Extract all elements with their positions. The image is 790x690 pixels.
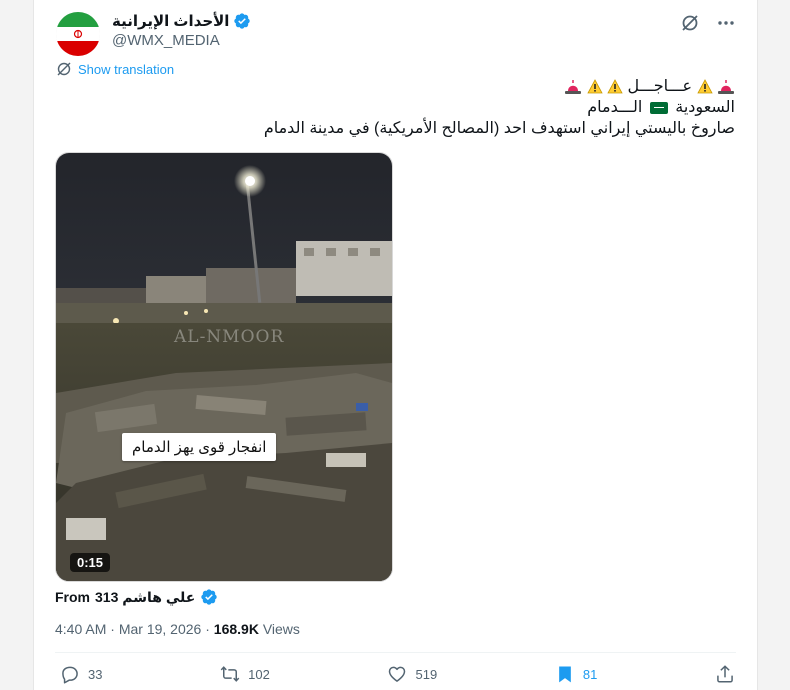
tweet-card: الأحداث الإيرانية @WMX_MEDIA Show transl… <box>33 0 758 690</box>
like-icon <box>389 666 406 682</box>
video-duration-badge: 0:15 <box>70 553 111 572</box>
reply-button[interactable]: 33 <box>60 664 102 684</box>
video-watermark: AL-NMOOR <box>174 327 285 347</box>
tweet-time[interactable]: 4:40 AM <box>55 621 106 637</box>
share-button[interactable] <box>715 664 735 684</box>
show-translation-link[interactable]: Show translation <box>56 61 174 77</box>
grok-icon[interactable] <box>679 12 701 34</box>
reply-count: 33 <box>88 666 103 682</box>
share-icon <box>717 665 733 683</box>
tweet-meta: 4:40 AM · Mar 19, 2026 · 168.9K Views <box>55 621 300 637</box>
tweet-line-3: صاروخ باليستي إيراني استهدف احد (المصالح… <box>263 120 735 137</box>
repost-button[interactable]: 102 <box>220 664 270 684</box>
author-display-name[interactable]: الأحداث الإيرانية <box>112 12 229 30</box>
bookmark-count: 81 <box>582 666 598 682</box>
bookmark-icon <box>559 666 571 683</box>
divider <box>55 652 736 653</box>
video-caption: انفجار قوى يهز الدمام <box>122 433 277 461</box>
meta-separator: · <box>110 621 115 637</box>
like-count: 519 <box>415 666 438 682</box>
author-handle[interactable]: @WMX_MEDIA <box>112 32 220 49</box>
like-button[interactable]: 519 <box>387 664 437 684</box>
author-avatar[interactable] <box>56 12 100 56</box>
tweet-line-2-city: الـــدمام <box>587 99 643 116</box>
warning-icon <box>586 79 603 94</box>
warning-icon <box>696 79 713 94</box>
views-label: Views <box>262 621 300 637</box>
verified-badge-icon <box>234 13 251 29</box>
tweet-date[interactable]: Mar 19, 2026 <box>119 621 202 637</box>
source-attribution: From علي هاشم 313 <box>55 588 218 606</box>
saudi-flag-icon <box>649 101 668 114</box>
siren-icon <box>565 79 582 94</box>
translate-icon <box>57 62 71 76</box>
source-account-name[interactable]: علي هاشم 313 <box>95 589 195 606</box>
iran-flag-avatar-icon <box>56 12 100 56</box>
tweet-line-2: السعودية الـــدمام <box>75 97 735 118</box>
show-translation-label[interactable]: Show translation <box>78 62 174 77</box>
action-bar: 33 102 519 81 <box>60 662 735 686</box>
more-options-icon[interactable] <box>715 12 737 34</box>
tweet-line-2-country: السعودية <box>675 99 735 116</box>
meta-separator: · <box>205 621 210 637</box>
repost-count: 102 <box>248 666 270 682</box>
video-player[interactable]: AL-NMOOR انفجار قوى يهز الدمام 0:15 <box>55 152 393 582</box>
reply-icon <box>62 666 78 684</box>
tweet-text: عـــاجـــل السعودية الـــدمام صاروخ بالي… <box>75 76 735 139</box>
top-actions <box>679 12 737 34</box>
verified-badge-icon <box>201 589 217 605</box>
tweet-line-1: عـــاجـــل <box>75 76 735 97</box>
views-count: 168.9K <box>213 621 259 637</box>
warning-icon <box>607 79 623 94</box>
repost-icon <box>220 666 240 682</box>
from-label: From <box>55 589 90 605</box>
author-name-row[interactable]: الأحداث الإيرانية <box>112 12 251 30</box>
tweet-line-1-text: عـــاجـــل <box>627 78 693 95</box>
video-frame <box>56 153 392 581</box>
siren-icon <box>718 79 734 94</box>
bookmark-button[interactable]: 81 <box>555 664 597 684</box>
